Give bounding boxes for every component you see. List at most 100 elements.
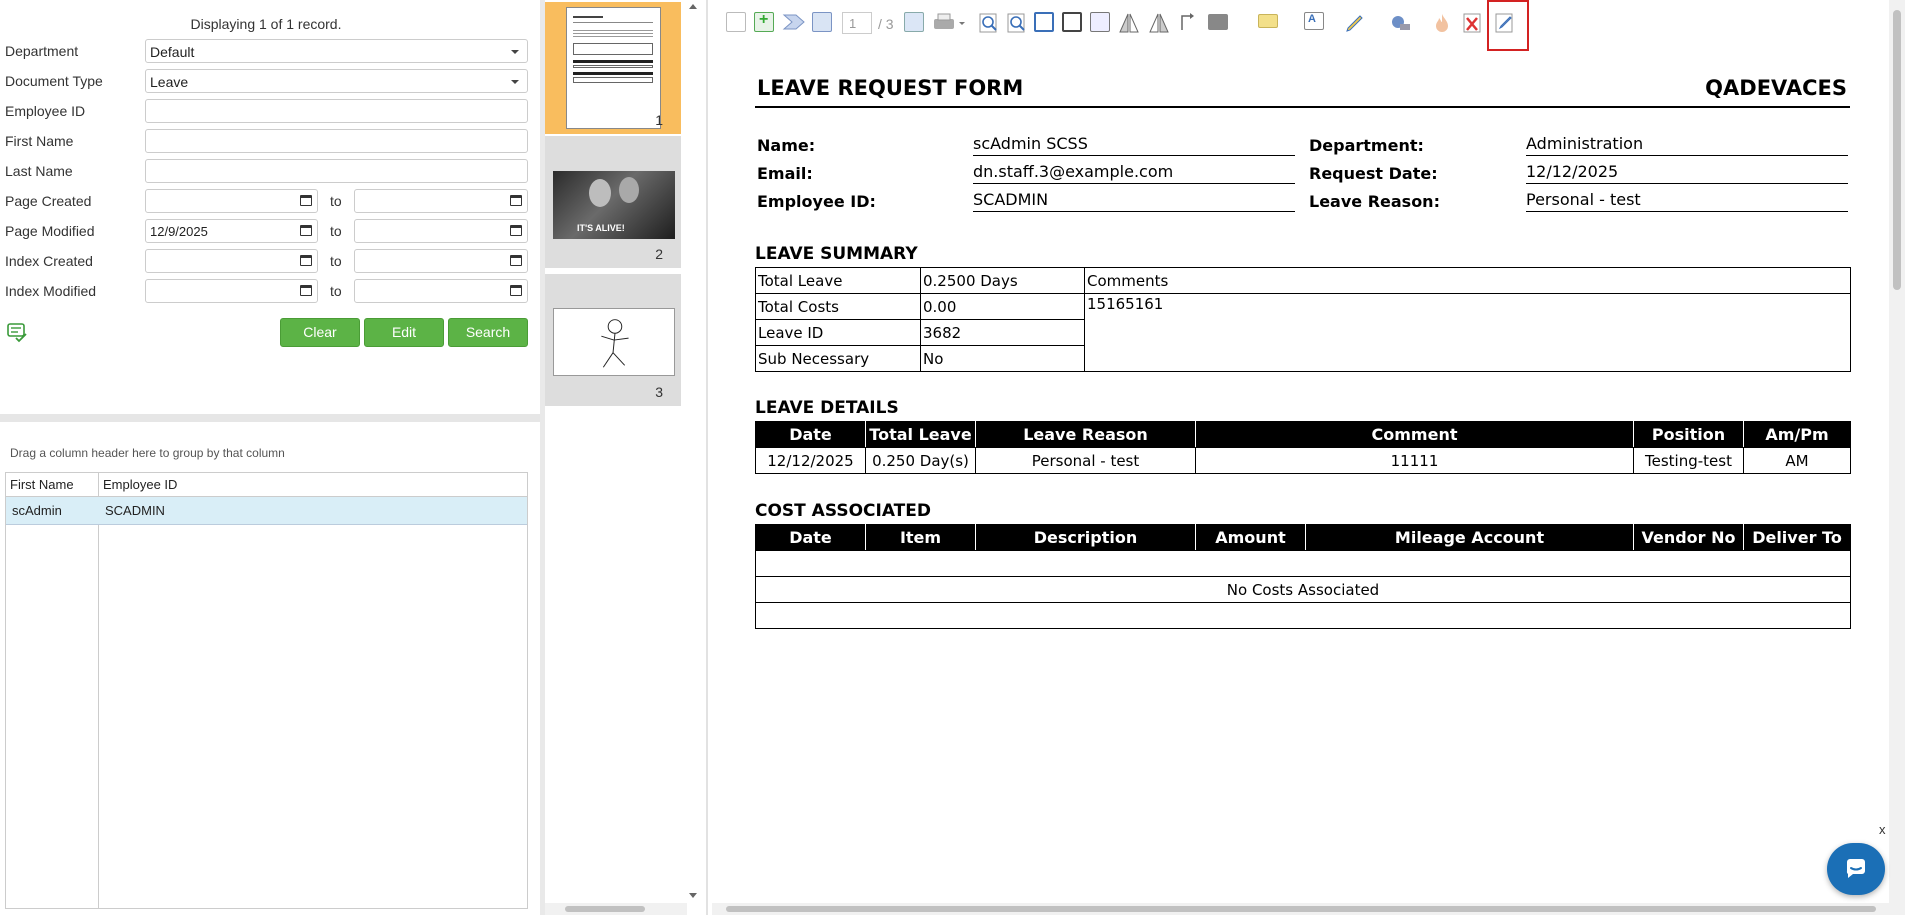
fit-width-icon[interactable] [1034, 12, 1054, 32]
highlight-icon[interactable] [1258, 14, 1278, 28]
last-name-input[interactable] [145, 159, 528, 183]
thumbnail-hscrollbar[interactable] [545, 903, 687, 915]
scroll-thumb[interactable] [1893, 10, 1901, 290]
print-icon[interactable] [932, 12, 966, 34]
column-header: Item [865, 524, 976, 551]
grid-header: First Name Employee ID [6, 473, 527, 497]
chat-bubble-icon [1846, 859, 1865, 878]
export-icon[interactable] [904, 12, 924, 32]
table-cell: Testing-test [1633, 447, 1744, 474]
column-header: Mileage Account [1305, 524, 1634, 551]
thumbnail-page-number: 1 [655, 112, 663, 128]
document-type-row: Document Type Leave [0, 67, 532, 97]
chat-close-button[interactable]: x [1879, 822, 1886, 837]
column-header: Deliver To [1743, 524, 1851, 551]
page-created-label: Page Created [5, 193, 92, 209]
cost-associated-table: Date Item Description Amount Mileage Acc… [755, 524, 1851, 629]
index-modified-row: Index Modified to [0, 277, 532, 307]
first-name-input[interactable] [145, 129, 528, 153]
stamp-icon[interactable] [1388, 12, 1412, 34]
scroll-down-icon[interactable] [689, 893, 697, 898]
thumbnail-page-number: 2 [655, 246, 663, 262]
delete-icon[interactable] [1462, 12, 1484, 34]
flip-vertical-icon[interactable] [1148, 12, 1170, 34]
document-scrollbar[interactable] [1889, 0, 1905, 915]
saved-search-icon[interactable] [6, 321, 28, 343]
thumbnail-page-3[interactable]: 3 [545, 274, 681, 406]
page-modified-from-input[interactable]: 12/9/2025 [145, 219, 318, 243]
department-label: Department [5, 43, 79, 59]
group-by-hint: Drag a column header here to group by th… [10, 446, 285, 460]
pen-icon[interactable] [1344, 12, 1366, 34]
calendar-icon[interactable] [510, 255, 522, 266]
add-page-icon[interactable]: + [754, 11, 774, 32]
page-2-image: IT'S ALIVE! [553, 171, 675, 239]
column-header: Am/Pm [1743, 421, 1851, 448]
text-icon[interactable]: A [1304, 12, 1324, 30]
back-icon[interactable] [812, 12, 832, 32]
column-header: Description [975, 524, 1196, 551]
comments-value: 15165161 [1084, 293, 1851, 372]
sub-necessary-value: No [920, 345, 1085, 372]
calendar-icon[interactable] [300, 195, 312, 206]
document-page: LEAVE REQUEST FORM QADEVACES Name: scAdm… [712, 50, 1892, 900]
column-header-first-name[interactable]: First Name [10, 477, 74, 492]
request-date-value: 12/12/2025 [1526, 162, 1848, 184]
total-costs-label: Total Costs [755, 293, 921, 320]
column-header: Date [755, 524, 866, 551]
forward-icon[interactable] [782, 12, 806, 32]
new-page-icon[interactable] [726, 12, 746, 32]
calendar-icon[interactable] [510, 225, 522, 236]
calendar-icon[interactable] [300, 225, 312, 236]
redact-icon[interactable] [1208, 14, 1228, 30]
page-created-from-input[interactable] [145, 189, 318, 213]
thumbnail-page-2[interactable]: IT'S ALIVE! 2 [545, 136, 681, 268]
search-button[interactable]: Search [448, 318, 528, 347]
chat-button[interactable] [1827, 843, 1885, 895]
thumbnail-scrollbar[interactable] [686, 0, 700, 915]
department-select[interactable]: Default [145, 39, 528, 63]
calendar-icon[interactable] [510, 285, 522, 296]
index-modified-from-input[interactable] [145, 279, 318, 303]
zoom-in-icon[interactable] [978, 12, 1000, 34]
image-caption: IT'S ALIVE! [577, 223, 625, 233]
fit-page-icon[interactable] [1062, 12, 1082, 32]
actual-size-icon[interactable] [1090, 12, 1110, 32]
scroll-thumb[interactable] [565, 906, 645, 912]
page-modified-to-input[interactable] [354, 219, 528, 243]
document-type-select[interactable]: Leave [145, 69, 528, 93]
panel-splitter[interactable] [0, 414, 540, 422]
document-hscrollbar[interactable] [712, 903, 1889, 915]
index-modified-to-input[interactable] [354, 279, 528, 303]
index-created-to-input[interactable] [354, 249, 528, 273]
leave-details-heading: LEAVE DETAILS [755, 398, 899, 418]
leave-id-label: Leave ID [755, 319, 921, 346]
page-created-to-input[interactable] [354, 189, 528, 213]
to-label: to [330, 253, 342, 269]
column-header-employee-id[interactable]: Employee ID [103, 477, 177, 492]
flip-horizontal-icon[interactable] [1118, 12, 1140, 34]
employee-id-row: Employee ID [0, 97, 532, 127]
scroll-thumb[interactable] [726, 906, 1876, 912]
edit-button[interactable]: Edit [364, 318, 444, 347]
page-modified-from-value: 12/9/2025 [150, 224, 208, 239]
clear-button[interactable]: Clear [280, 318, 360, 347]
employee-id-input[interactable] [145, 99, 528, 123]
to-label: to [330, 223, 342, 239]
column-header: Date [755, 421, 866, 448]
rotate-icon[interactable] [1178, 12, 1200, 34]
document-type-label: Document Type [5, 73, 103, 89]
calendar-icon[interactable] [510, 195, 522, 206]
employee-id-label: Employee ID [5, 103, 86, 119]
department-label: Department: [1309, 136, 1424, 155]
zoom-out-icon[interactable] [1006, 12, 1028, 34]
calendar-icon[interactable] [300, 285, 312, 296]
table-row[interactable]: scAdmin SCADMIN [6, 497, 527, 525]
scroll-up-icon[interactable] [689, 4, 697, 9]
burn-icon[interactable] [1432, 12, 1452, 34]
thumbnail-page-1[interactable]: 1 [545, 2, 681, 134]
index-created-from-input[interactable] [145, 249, 318, 273]
calendar-icon[interactable] [300, 255, 312, 266]
panel-splitter[interactable] [700, 0, 710, 915]
page-number-input[interactable]: 1 [842, 12, 872, 34]
